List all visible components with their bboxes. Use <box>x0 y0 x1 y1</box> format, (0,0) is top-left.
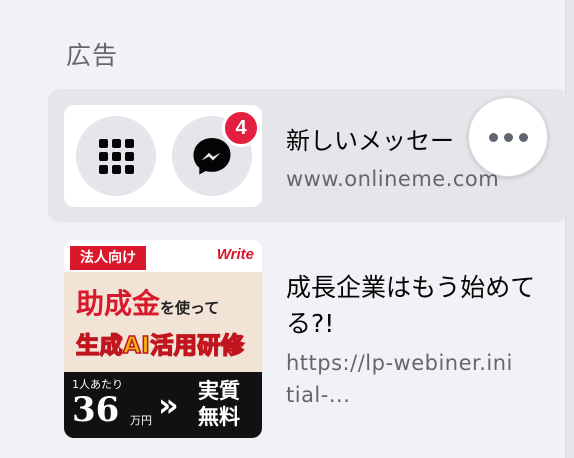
banner-subhead: 生成AI活用研修 <box>75 332 245 360</box>
banner-headline: 助成金を使って <box>76 287 220 320</box>
ad-title[interactable]: 成長企業はもう始めてる?! <box>286 270 556 342</box>
price-unit: 万円 <box>130 414 152 427</box>
chevron-right-icon: » <box>158 386 179 424</box>
more-horizontal-icon <box>488 132 498 142</box>
ad-title[interactable]: 新しいメッセー <box>286 121 486 156</box>
ad-item[interactable]: 4 新しいメッセー www.onlineme.com <box>48 89 568 222</box>
banner-tag: 法人向け <box>70 246 146 270</box>
ad-domain[interactable]: www.onlineme.com <box>286 167 499 191</box>
banner-price-area: 1人あたり 36 万円 » 実質無料 <box>64 372 262 438</box>
price-number: 36 <box>72 390 120 430</box>
right-rail-ads-panel: 広告 4 新しいメッセー www.onlineme.com 法人向け Write… <box>0 0 574 458</box>
ad-domain[interactable]: https://lp-webiner.initial-... <box>286 347 516 411</box>
sponsored-heading: 広告 <box>66 41 119 70</box>
ad-banner-image: 法人向け Write 助成金を使って 生成AI活用研修 1人あたり 36 万円 … <box>64 240 262 438</box>
app-grid-icon <box>76 116 156 196</box>
free-label: 実質無料 <box>198 378 240 429</box>
more-options-button[interactable] <box>468 97 548 177</box>
ad-item[interactable]: 法人向け Write 助成金を使って 生成AI活用研修 1人あたり 36 万円 … <box>48 236 568 440</box>
notification-badge: 4 <box>222 109 260 147</box>
ad-thumbnail[interactable]: 4 <box>64 105 262 207</box>
banner-brand-logo: Write <box>216 246 254 263</box>
banner-headline-area: 助成金を使って 生成AI活用研修 <box>64 272 262 372</box>
ad-thumbnail[interactable]: 法人向け Write 助成金を使って 生成AI活用研修 1人あたり 36 万円 … <box>64 240 262 438</box>
